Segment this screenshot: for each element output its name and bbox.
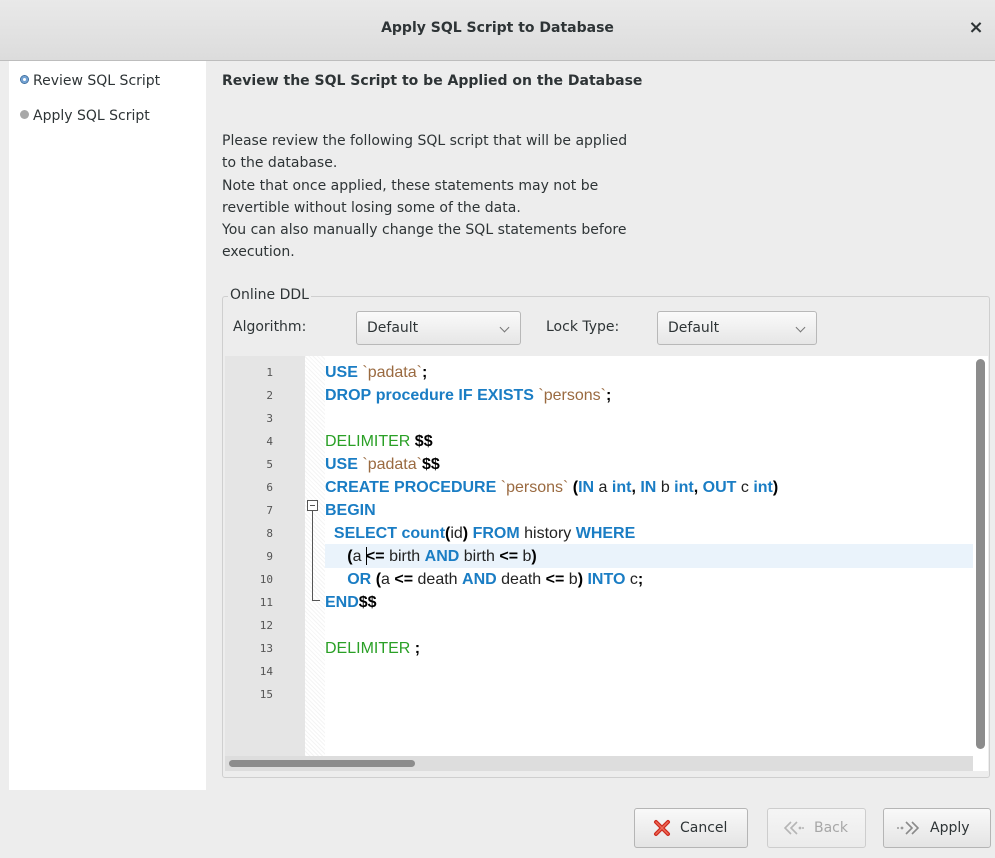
line-number: 8 [266,527,273,540]
description-line: Note that once applied, these statements… [222,177,599,194]
horizontal-scroll-thumb[interactable] [229,760,415,767]
step-apply-sql-script: Apply SQL Script [20,108,150,124]
description-line: to the database. [222,155,338,172]
line-number: 6 [266,481,273,494]
description-line: Please review the following SQL script t… [222,133,628,149]
page-heading: Review the SQL Script to be Applied on t… [222,73,643,89]
code-line: (a <= birth AND birth <= b) [347,548,537,565]
line-number: 13 [259,642,273,655]
code-line: DELIMITER $$ [325,433,433,450]
algorithm-label: Algorithm: [233,319,307,335]
wizard-sidebar [9,61,206,790]
line-number: 12 [259,619,273,632]
line-number-gutter: 1 2 3 4 5 6 7 8 9 10 11 12 13 14 15 [225,356,305,756]
code-line: END$$ [325,594,377,611]
back-arrow-icon [783,821,804,835]
step-label: Review SQL Script [33,73,161,89]
code-line: USE `padata`; [325,364,428,381]
line-number: 14 [259,665,273,678]
vertical-scrollbar[interactable] [973,356,988,756]
fold-collapse-icon[interactable] [307,500,318,511]
horizontal-scrollbar[interactable] [225,756,973,771]
line-number: 1 [266,366,273,379]
description-line: You can also manually change the SQL sta… [222,222,627,239]
line-number: 10 [259,573,273,586]
current-step-bullet-icon [20,75,29,84]
fold-guide-end [312,600,320,601]
fold-margin [305,356,325,756]
code-line: SELECT count(id) FROM history WHERE [333,525,636,542]
apply-arrow-icon [897,821,920,835]
line-number: 4 [266,435,273,448]
cancel-button[interactable]: Cancel [634,808,748,848]
line-number: 9 [266,550,273,563]
chevron-down-icon [499,322,510,333]
algorithm-select[interactable]: Default [356,311,521,345]
fold-guide [312,511,313,601]
line-number: 3 [266,412,273,425]
step-review-sql-script: Review SQL Script [20,73,160,89]
step-label: Apply SQL Script [33,108,150,124]
vertical-scroll-thumb[interactable] [976,359,985,749]
code-line: DROP procedure IF EXISTS `persons`; [325,387,612,404]
apply-button[interactable]: Apply [883,808,991,848]
pending-step-bullet-icon [20,110,29,119]
line-number: 11 [259,596,273,609]
line-number: 2 [266,389,273,402]
description-line: execution. [222,244,295,261]
description-line: revertible without losing some of the da… [222,199,521,216]
lock-type-label: Lock Type: [546,319,620,335]
lock-type-select[interactable]: Default [657,311,817,345]
algorithm-value: Default [367,320,419,336]
title-bar: Apply SQL Script to Database × [0,0,995,61]
description: Please review the following SQL script t… [222,130,722,264]
sql-editor[interactable]: 1 2 3 4 5 6 7 8 9 10 11 12 13 14 15 USE … [225,356,988,771]
close-icon[interactable]: × [965,17,987,39]
code-line: DELIMITER ; [325,640,421,657]
code-line: OR (a <= death AND death <= b) INTO c; [347,571,644,588]
chevron-down-icon [795,322,806,333]
line-number: 5 [266,458,273,471]
window-title: Apply SQL Script to Database [381,20,614,36]
apply-label: Apply [930,820,970,836]
code-line: USE `padata`$$ [325,456,440,473]
online-ddl-label: Online DDL [228,287,311,303]
code-line: BEGIN [325,502,376,519]
line-number: 7 [266,504,273,517]
cancel-x-icon [654,820,670,836]
cancel-label: Cancel [680,820,728,836]
line-number: 15 [259,688,273,701]
back-button[interactable]: Back [767,808,866,848]
code-line: CREATE PROCEDURE `persons` (IN a int, IN… [325,479,779,496]
back-label: Back [814,820,848,836]
lock-type-value: Default [668,320,720,336]
